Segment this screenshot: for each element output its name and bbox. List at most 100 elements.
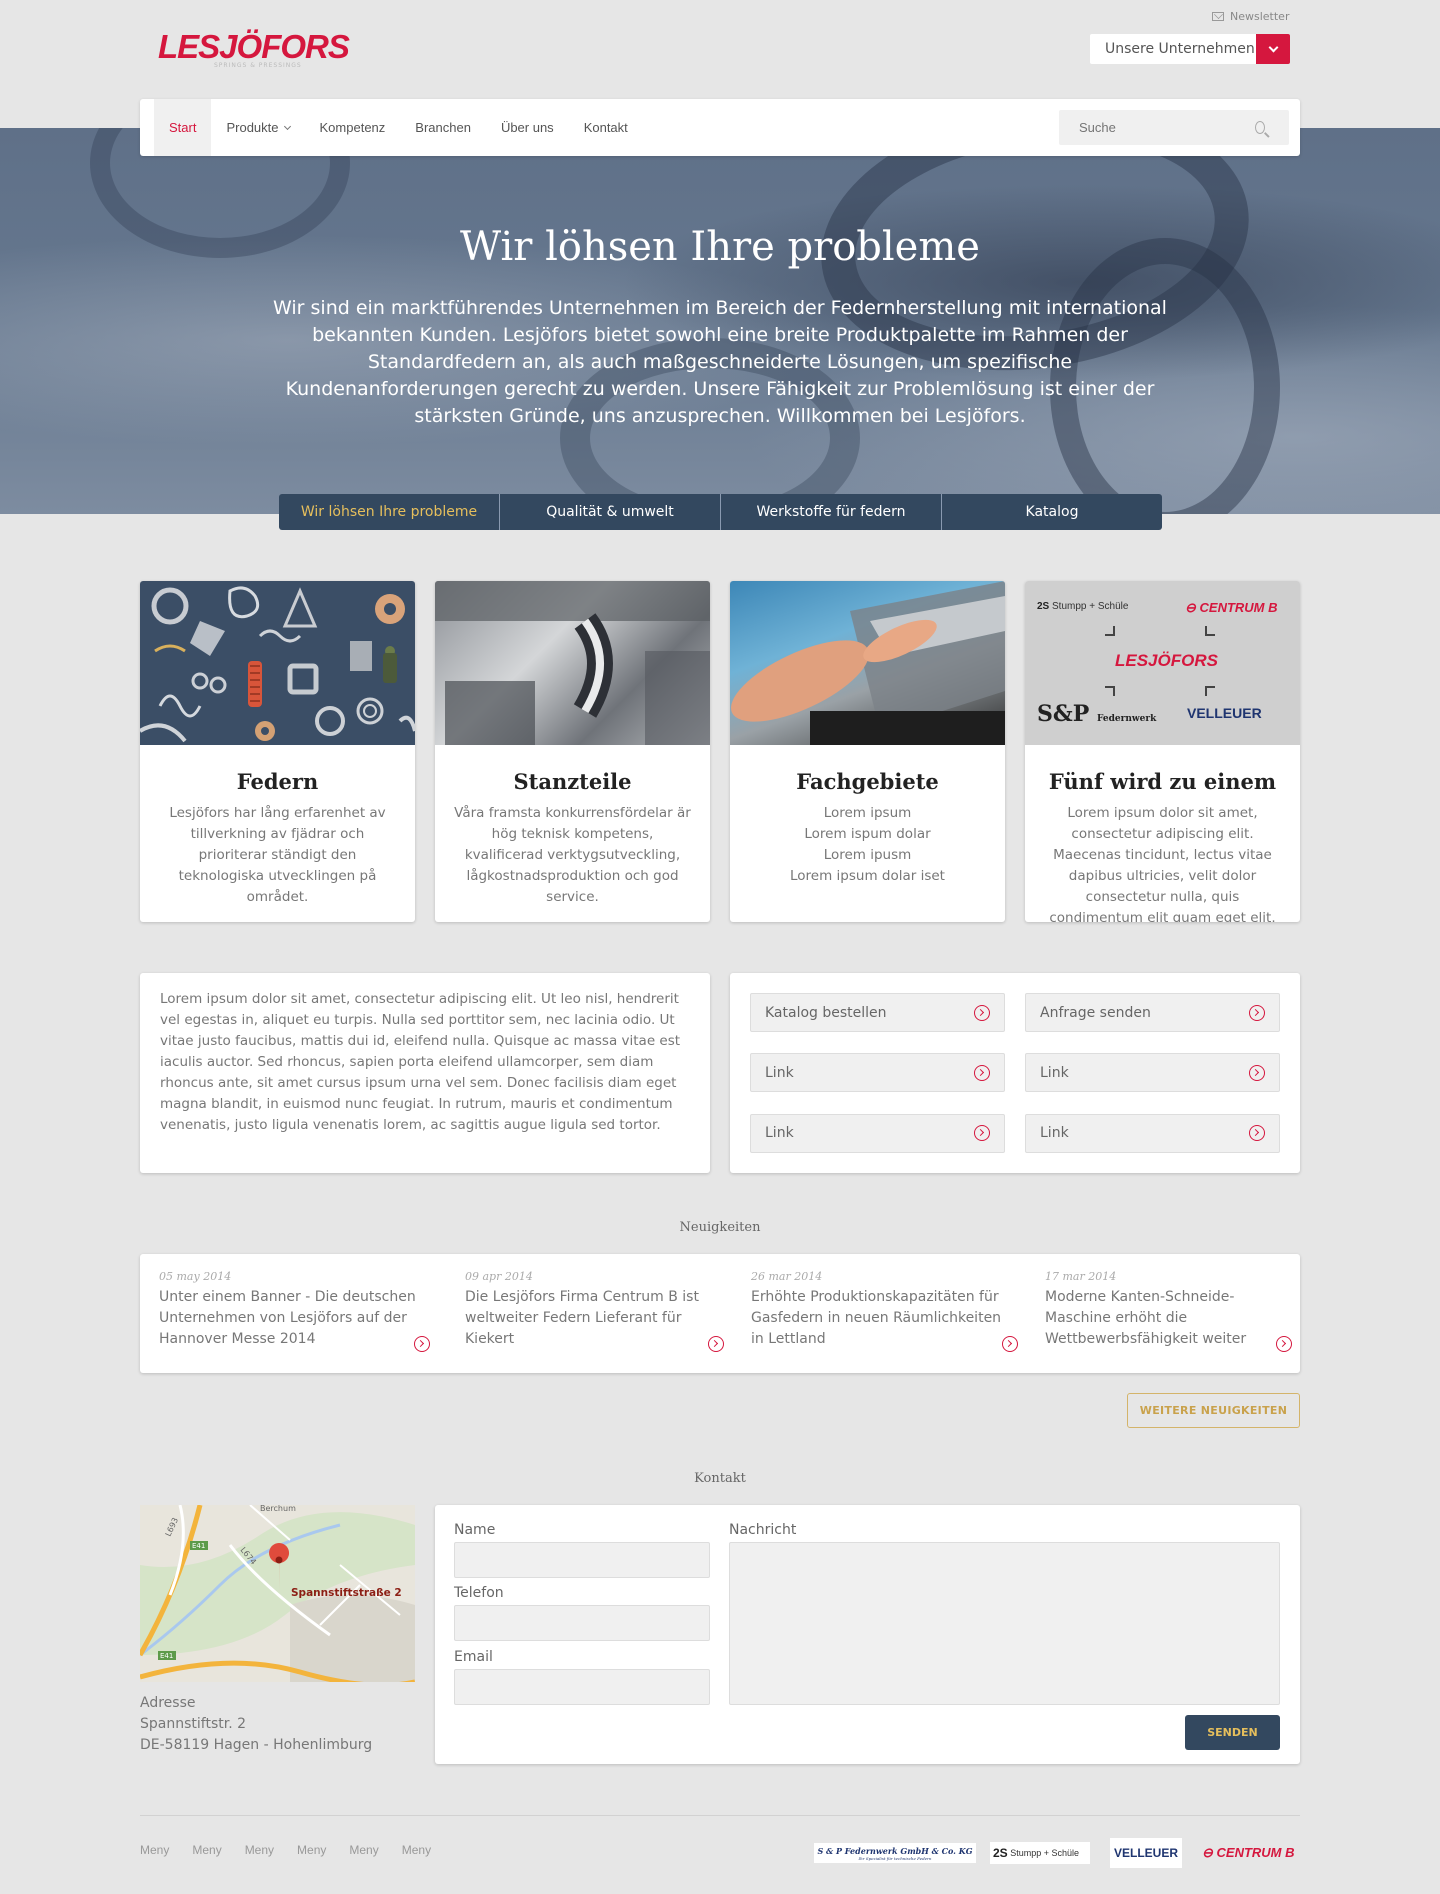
footer-logo-centrum-b[interactable]: ⊖ CENTRUM B (1202, 1845, 1295, 1861)
news-item[interactable]: 05 may 2014 Unter einem Banner - Die deu… (140, 1254, 446, 1373)
nav-label: Produkte (226, 120, 279, 135)
phone-field[interactable] (454, 1605, 710, 1641)
tab-probleme[interactable]: Wir löhsen Ihre probleme (279, 494, 500, 530)
link-label: Link (1040, 1125, 1069, 1142)
news-date: 17 mar 2014 (1045, 1270, 1117, 1283)
news-date: 05 may 2014 (159, 1270, 232, 1283)
nav-item-branchen[interactable]: Branchen (400, 99, 486, 156)
card-fuenf-wird-zu-einem[interactable]: 2S Stumpp + Schüle ⊖ CENTRUM B LESJÖFORS… (1025, 581, 1300, 922)
news-headline: Die Lesjöfors Firma Centrum B ist weltwe… (465, 1289, 699, 1347)
card-title: Federn (236, 769, 319, 794)
link-label: Anfrage senden (1040, 1004, 1151, 1021)
address-city: DE-58119 Hagen - Hohenlimburg (140, 1737, 373, 1753)
nav-item-ueber-uns[interactable]: Über uns (486, 99, 569, 156)
card-title: Stanzteile (513, 769, 632, 794)
news-item[interactable]: 26 mar 2014 Erhöhte Produktionskapazität… (732, 1254, 1026, 1373)
news-item[interactable]: 09 apr 2014 Die Lesjöfors Firma Centrum … (446, 1254, 732, 1373)
companies-label: Unsere Unternehmen (1105, 41, 1255, 57)
contact-form: Name Telefon Email Nachricht SENDEN (435, 1505, 1300, 1764)
address-block: Adresse Spannstiftstr. 2 DE-58119 Hagen … (140, 1693, 372, 1756)
katalog-bestellen-button[interactable]: Katalog bestellen (750, 993, 1005, 1032)
footer-menu-item[interactable]: Meny (192, 1843, 221, 1857)
address-label: Adresse (140, 1695, 196, 1711)
search-input[interactable] (1059, 120, 1255, 135)
card-text: Lorem ipsum dolor sit amet, consectetur … (1049, 805, 1276, 922)
arrow-right-circle-icon (1249, 1064, 1265, 1081)
group-logos-image: 2S Stumpp + Schüle ⊖ CENTRUM B LESJÖFORS… (1025, 581, 1300, 745)
stumpp-logo: 2S Stumpp + Schüle (1037, 601, 1129, 612)
intro-text-box: Lorem ipsum dolor sit amet, consectetur … (140, 973, 710, 1173)
footer-logos: S & P Federnwerk GmbH & Co. KG Ihr Spezi… (814, 1838, 1295, 1868)
anfrage-senden-button[interactable]: Anfrage senden (1025, 993, 1280, 1032)
more-news-button[interactable]: WEITERE NEUIGKEITEN (1127, 1393, 1300, 1428)
map-marker-label: Spannstiftstraße 2 (291, 1587, 402, 1599)
email-field[interactable] (454, 1669, 710, 1705)
nav-item-start[interactable]: Start (154, 99, 212, 156)
card-stanzteile[interactable]: Stanzteile Våra framsta konkurrensfördel… (435, 581, 710, 922)
centrum-b-logo: ⊖ CENTRUM B (1185, 600, 1278, 615)
footer-logo-stumpp[interactable]: 2S Stumpp + Schüle (990, 1842, 1090, 1864)
chevron-down-icon (1268, 42, 1278, 53)
news-headline: Unter einem Banner - Die deutschen Unter… (159, 1289, 416, 1347)
arrow-right-circle-icon[interactable] (1276, 1336, 1292, 1352)
corner-mark (1205, 626, 1215, 636)
card-fachgebiete[interactable]: Fachgebiete Lorem ipsum Lorem ispum dola… (730, 581, 1005, 922)
lesjofors-logo: LESJÖFORS (1115, 651, 1218, 670)
footer-menu: Meny Meny Meny Meny Meny Meny (140, 1843, 431, 1857)
nav-item-produkte[interactable]: Produkte (211, 99, 304, 156)
arrow-right-circle-icon (974, 1064, 990, 1081)
corner-mark (1105, 686, 1115, 696)
news-item[interactable]: 17 mar 2014 Moderne Kanten-Schneide-Masc… (1026, 1254, 1300, 1373)
footer-divider (140, 1815, 1300, 1816)
companies-dropdown[interactable]: Unsere Unternehmen (1090, 34, 1290, 64)
link-label: Link (765, 1125, 794, 1142)
tab-werkstoffe[interactable]: Werkstoffe für federn (721, 494, 942, 530)
arrow-right-circle-icon (1249, 1125, 1265, 1142)
chevron-down-icon (283, 122, 291, 130)
nav-item-kontakt[interactable]: Kontakt (569, 99, 643, 156)
address-street: Spannstiftstr. 2 (140, 1716, 247, 1732)
footer-menu-item[interactable]: Meny (297, 1843, 326, 1857)
footer-logo-velleuer[interactable]: VELLEUER (1110, 1838, 1182, 1868)
card-federn[interactable]: Federn Lesjöfors har lång erfarenhet av … (140, 581, 415, 922)
corner-mark (1105, 626, 1115, 636)
arrow-right-circle-icon[interactable] (414, 1336, 430, 1352)
tab-katalog[interactable]: Katalog (942, 494, 1162, 530)
search-icon[interactable] (1255, 121, 1265, 134)
arrow-right-circle-icon[interactable] (1002, 1336, 1018, 1352)
tab-qualitaet[interactable]: Qualität & umwelt (500, 494, 721, 530)
main-navigation: Start Produkte Kompetenz Branchen Über u… (140, 99, 1300, 156)
footer-menu-item[interactable]: Meny (349, 1843, 378, 1857)
link-button[interactable]: Link (750, 1113, 1005, 1153)
motorway-label: E41 (192, 1542, 205, 1550)
name-field[interactable] (454, 1542, 710, 1578)
site-logo[interactable]: LESJÖFORS SPRINGS & PRESSINGS (158, 28, 350, 70)
send-button[interactable]: SENDEN (1185, 1715, 1280, 1750)
footer-menu-item[interactable]: Meny (402, 1843, 431, 1857)
footer-logo-sp[interactable]: S & P Federnwerk GmbH & Co. KG Ihr Spezi… (814, 1843, 976, 1863)
news-date: 09 apr 2014 (465, 1270, 533, 1283)
link-button[interactable]: Link (750, 1053, 1005, 1093)
velleuer-logo: VELLEUER (1187, 705, 1262, 721)
workshop-hands-image (730, 581, 1005, 745)
news-list: 05 may 2014 Unter einem Banner - Die deu… (140, 1254, 1300, 1373)
place-label: Berchum (260, 1505, 296, 1513)
link-button[interactable]: Link (1025, 1053, 1280, 1093)
arrow-right-circle-icon (974, 1004, 990, 1021)
footer-menu-item[interactable]: Meny (140, 1843, 169, 1857)
motorway-label: E41 (160, 1652, 173, 1660)
logo-wordmark: LESJÖFORS (158, 28, 350, 65)
nav-item-kompetenz[interactable]: Kompetenz (305, 99, 401, 156)
corner-mark (1205, 686, 1215, 696)
companies-dropdown-toggle[interactable] (1256, 34, 1290, 64)
arrow-right-circle-icon[interactable] (708, 1336, 724, 1352)
nav-label: Start (169, 120, 197, 135)
card-title: Fünf wird zu einem (1048, 769, 1277, 794)
message-textarea[interactable] (729, 1542, 1280, 1705)
footer-menu-item[interactable]: Meny (245, 1843, 274, 1857)
link-button[interactable]: Link (1025, 1113, 1280, 1153)
newsletter-link[interactable]: Newsletter (1212, 10, 1289, 23)
location-map[interactable]: E41 E41 L693 L674 Berchum Spannstiftstra… (140, 1505, 415, 1682)
card-title: Fachgebiete (796, 769, 939, 794)
springs-product-image (140, 581, 415, 745)
